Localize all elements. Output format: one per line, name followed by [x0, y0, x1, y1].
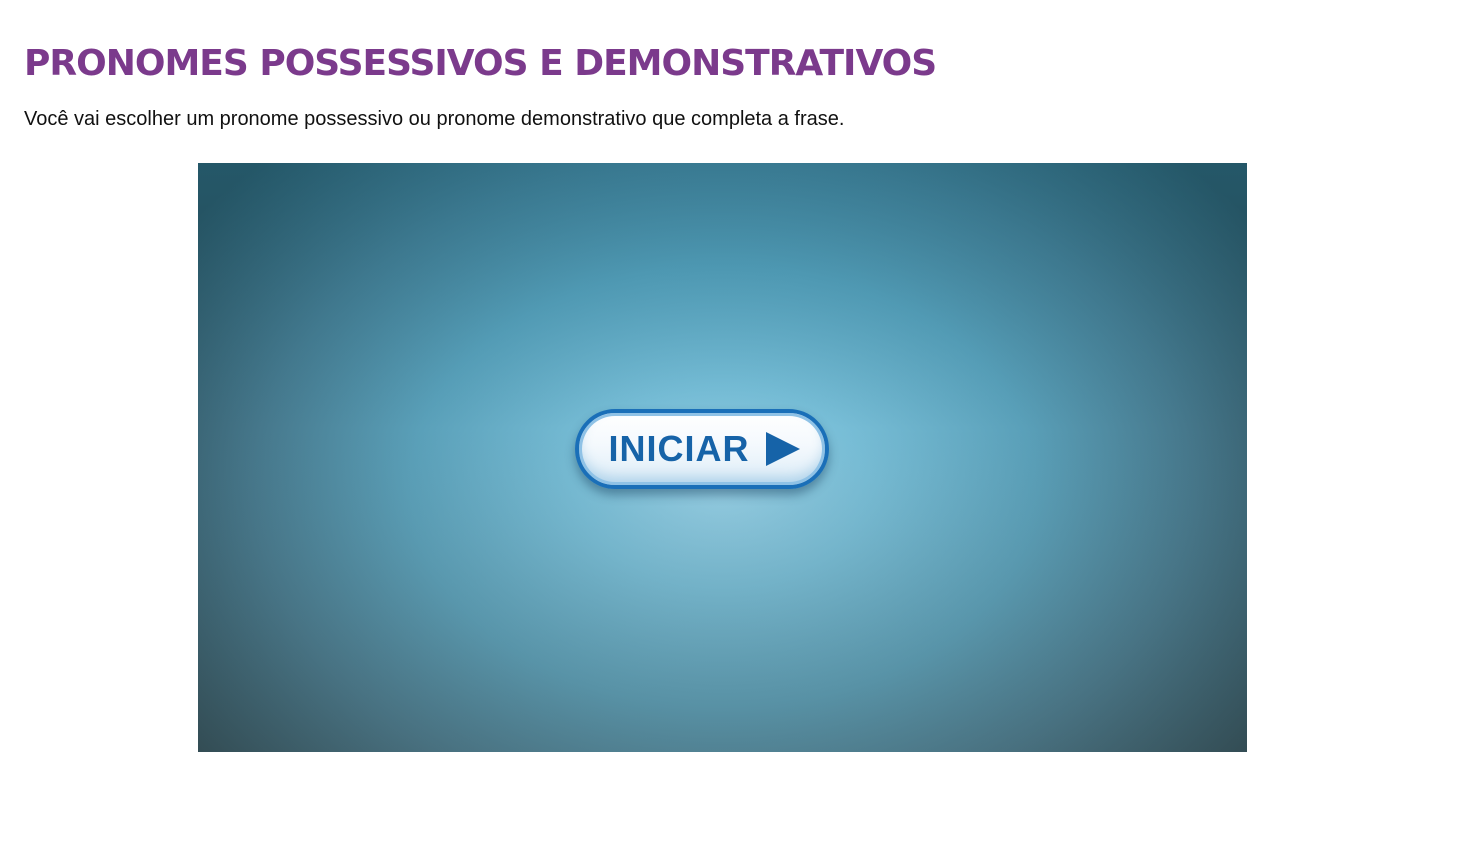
play-icon: [765, 432, 800, 466]
page-title: PRONOMES POSSESSIVOS E DEMONSTRATIVOS: [24, 43, 937, 84]
instructions-text: Você vai escolher um pronome possessivo …: [24, 108, 845, 130]
start-button[interactable]: INICIAR: [575, 409, 829, 489]
game-stage: INICIAR: [198, 163, 1247, 752]
start-button-label: INICIAR: [608, 428, 750, 469]
